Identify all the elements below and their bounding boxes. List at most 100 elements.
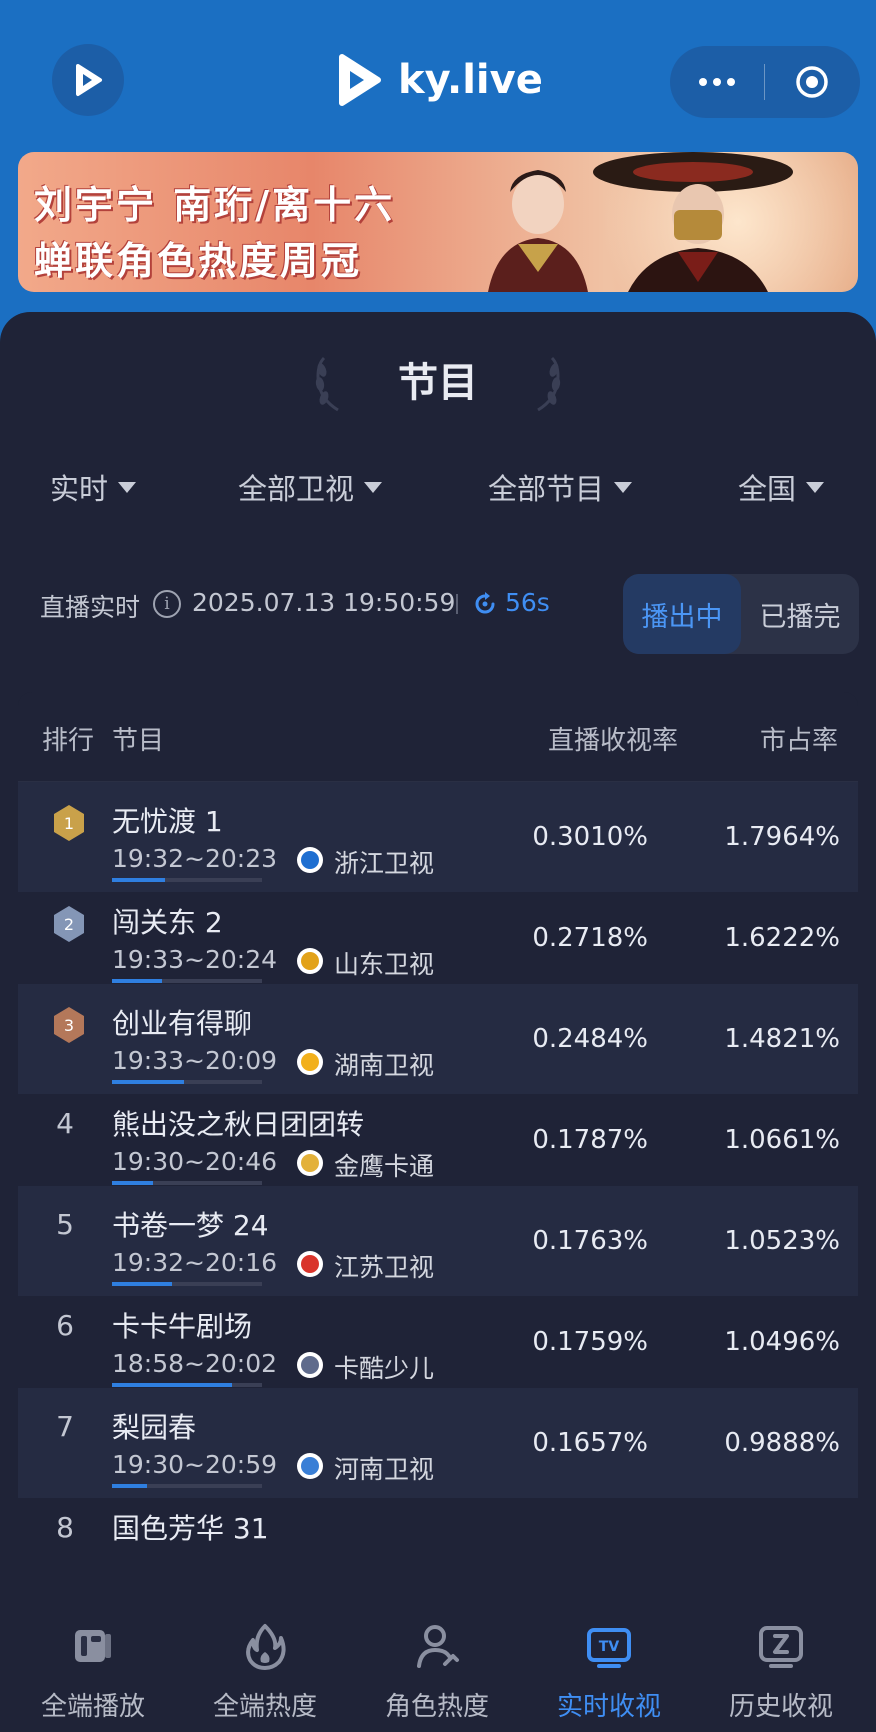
nav-playback[interactable]: 全端播放: [7, 1592, 179, 1732]
channel-logo-icon: [297, 1049, 323, 1075]
filter-region[interactable]: 全国: [738, 462, 825, 512]
table-row[interactable]: 1 无忧渡 1 19:32~20:23 浙江卫视 0.3010% 1.7964%: [18, 782, 858, 892]
broadcast-toggle: 播出中 已播完: [623, 574, 859, 654]
nav-heat-label: 全端热度: [212, 1692, 317, 1722]
market-share-value: 1.0496%: [724, 1327, 840, 1357]
app-logo-button[interactable]: [52, 44, 124, 116]
filter-region-label: 全国: [738, 472, 797, 506]
refresh-icon[interactable]: [472, 591, 498, 617]
playback-icon: [75, 1630, 111, 1662]
channel-logo-icon: [297, 1150, 323, 1176]
nav-role-heat[interactable]: 角色热度: [351, 1592, 523, 1732]
program-name: 国色芳华 31: [112, 1512, 269, 1545]
table-row[interactable]: 3 创业有得聊 19:33~20:09 湖南卫视 0.2484% 1.4821%: [18, 984, 858, 1094]
live-label: 直播实时: [40, 593, 141, 622]
header-rating[interactable]: 直播收视率: [548, 720, 678, 757]
airing-progress-fill: [112, 1080, 184, 1084]
table-row[interactable]: 6 卡卡牛剧场 18:58~20:02 卡酷少儿 0.1759% 1.0496%: [18, 1287, 858, 1397]
header-program: 节目: [112, 726, 165, 756]
channel-logo-icon: [297, 1453, 323, 1479]
table-row[interactable]: 4 熊出没之秋日团团转 19:30~20:46 金鹰卡通 0.1787% 1.0661%: [18, 1085, 858, 1195]
program-name: 卡卡牛剧场: [112, 1310, 253, 1343]
rank-medal-icon: 1: [54, 805, 84, 841]
svg-text:TV: TV: [599, 1639, 620, 1655]
market-share-value: 1.6222%: [724, 923, 840, 953]
program-time: 19:30~20:46: [112, 1147, 278, 1176]
rank-medal-icon: 2: [54, 906, 84, 942]
channel-logo-icon: [297, 948, 323, 974]
filter-bar: 实时 全部卫视 全部节目 全国: [0, 462, 876, 512]
filter-program-label: 全部节目: [488, 472, 605, 506]
rank-number: 6: [56, 1309, 74, 1342]
tab-airing[interactable]: 播出中: [623, 574, 741, 654]
rank-number: 8: [56, 1511, 74, 1544]
caret-down-icon: [806, 481, 825, 493]
person-icon: [417, 1625, 459, 1668]
mini-program-capsule: [670, 46, 860, 118]
nav-history[interactable]: 历史收视: [695, 1592, 867, 1732]
channel-name: 江苏卫视: [334, 1253, 435, 1282]
nav-live-rating[interactable]: TV 实时收视: [523, 1592, 695, 1732]
channel-name: 金鹰卡通: [334, 1152, 435, 1181]
info-icon[interactable]: i: [153, 590, 181, 618]
airing-progress-fill: [112, 1484, 147, 1488]
header-rank: 排行: [42, 726, 95, 756]
ratings-panel: 节目 实时 全部卫视 全部节目 全国 直播实时 i 2025.07.13 19:…: [0, 312, 876, 1732]
filter-channel[interactable]: 全部卫视: [238, 462, 383, 512]
table-row[interactable]: 7 梨园春 19:30~20:59 河南卫视 0.1657% 0.9888%: [18, 1388, 858, 1498]
program-time: 18:58~20:02: [112, 1349, 278, 1378]
program-time: 19:33~20:24: [112, 945, 278, 974]
airing-progress: [112, 1383, 262, 1387]
rank-number: 7: [56, 1410, 74, 1443]
rank-medal-number: 3: [64, 1016, 74, 1035]
channel-name: 河南卫视: [334, 1455, 435, 1484]
airing-progress-fill: [112, 1383, 232, 1387]
market-share-value: 1.0661%: [724, 1125, 840, 1155]
nav-heat[interactable]: 全端热度: [179, 1592, 351, 1732]
rank-number: 5: [56, 1208, 74, 1241]
brand-name: ky.live: [398, 57, 543, 103]
caret-down-icon: [118, 481, 137, 493]
live-rating-value: 0.3010%: [532, 822, 648, 852]
program-name: 创业有得聊: [112, 1007, 253, 1040]
program-name: 熊出没之秋日团团转: [112, 1108, 365, 1141]
app-header: ky.live: [0, 0, 876, 150]
rank-medal-number: 1: [64, 814, 74, 833]
promo-banner[interactable]: 刘宇宁 南珩/离十六 蝉联角色热度周冠: [18, 152, 858, 292]
target-icon[interactable]: [765, 46, 859, 118]
table-row[interactable]: 2 闯关东 2 19:33~20:24 山东卫视 0.2718% 1.6222%: [18, 883, 858, 993]
program-name: 书卷一梦 24: [112, 1209, 269, 1242]
caret-down-icon: [364, 481, 383, 493]
nav-history-label: 历史收视: [728, 1692, 833, 1722]
brand-logo-icon: [339, 54, 381, 106]
program-time: 19:33~20:09: [112, 1046, 278, 1075]
live-timestamp: 2025.07.13 19:50:59: [192, 588, 456, 617]
live-rating-value: 0.2718%: [532, 923, 648, 953]
banner-figure-1: [488, 170, 588, 292]
live-rating-value: 0.1763%: [532, 1226, 648, 1256]
tab-finished[interactable]: 已播完: [741, 574, 859, 654]
program-name: 无忧渡 1: [112, 805, 223, 838]
airing-progress-fill: [112, 1181, 153, 1185]
table-row[interactable]: 8 国色芳华 31: [18, 1489, 858, 1599]
table-row[interactable]: 5 书卷一梦 24 19:32~20:16 江苏卫视 0.1763% 1.0523%: [18, 1186, 858, 1296]
refresh-countdown: 56s: [505, 588, 550, 617]
section-title: 节目: [398, 360, 478, 406]
filter-time[interactable]: 实时: [50, 462, 137, 512]
market-share-value: 1.7964%: [724, 822, 840, 852]
airing-progress: [112, 979, 262, 983]
airing-progress: [112, 1080, 262, 1084]
market-share-value: 1.4821%: [724, 1024, 840, 1054]
header-share[interactable]: 市占率: [760, 720, 838, 757]
live-rating-value: 0.1759%: [532, 1327, 648, 1357]
tv-icon: TV: [587, 1628, 631, 1668]
filter-channel-label: 全部卫视: [238, 472, 355, 506]
channel-name: 浙江卫视: [334, 849, 435, 878]
banner-figure-2: [593, 152, 793, 292]
channel-logo-icon: [297, 1352, 323, 1378]
more-dots-icon[interactable]: [670, 46, 764, 118]
brand: ky.live: [334, 50, 543, 110]
airing-progress-fill: [112, 878, 165, 882]
nav-playback-label: 全端播放: [40, 1692, 145, 1722]
filter-program[interactable]: 全部节目: [488, 462, 633, 512]
